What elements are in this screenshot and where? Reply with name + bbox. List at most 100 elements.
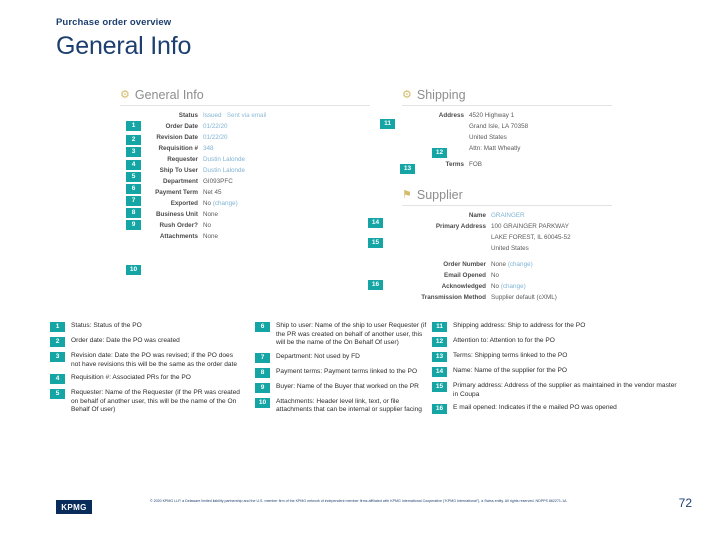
field-value: None <box>203 211 219 218</box>
legend-item: 14 Name: Name of the supplier for the PO <box>432 367 680 377</box>
callout-badge-1: 1 <box>126 121 141 131</box>
field-value: 01/22/20 <box>203 134 228 141</box>
field-revision-date: Revision Date 01/22/20 <box>120 133 370 143</box>
legend-text: Shipping address: Ship to address for th… <box>453 322 586 329</box>
field-label: Email Opened <box>444 271 486 279</box>
field-label: Acknowledged <box>441 282 486 290</box>
panel-supplier-title: Supplier <box>416 188 463 202</box>
panel-shipping-header: ⚙ Shipping <box>402 88 612 106</box>
callout-badge-14: 14 <box>368 218 383 228</box>
legend-text: Primary address: Address of the supplier… <box>453 382 677 398</box>
field-shipping-address: Address 4520 Highway 1 <box>402 111 612 121</box>
legend-number: 12 <box>432 337 447 347</box>
field-value: LAKE FOREST, IL 60045-52 <box>491 234 571 241</box>
legend-text: Terms: Shipping terms linked to the PO <box>453 352 568 359</box>
field-value: 4520 Highway 1 <box>469 112 515 119</box>
field-payment-term: Payment Term Net 45 <box>120 188 370 198</box>
field-label: Order Number <box>443 260 486 268</box>
legend-text: Payment terms: Payment terms linked to t… <box>276 367 418 375</box>
panel-shipping: ⚙ Shipping Address 4520 Highway 1 Grand … <box>402 88 612 171</box>
screenshot-region: ⚙ General Info Status Issued Sent via em… <box>112 88 612 318</box>
field-value[interactable]: Dustin Lalonde <box>203 166 245 176</box>
legend-text: Department: Not used by FD <box>276 352 360 360</box>
legend-item: 6 Ship to user: Name of the ship to user… <box>255 322 430 348</box>
legend-text: Requisition #: Associated PRs for the PO <box>71 374 191 382</box>
callout-badge-3: 3 <box>126 147 141 157</box>
field-value: No <box>203 222 212 229</box>
field-value[interactable]: GRAINGER <box>491 211 525 221</box>
legend-text: Name: Name of the supplier for the PO <box>453 367 567 374</box>
general-info-rows: Status Issued Sent via email Order Date … <box>120 111 370 242</box>
panel-general-info-title: General Info <box>134 88 204 102</box>
panel-general-info-header: ⚙ General Info <box>120 88 370 106</box>
field-value[interactable]: 348 <box>203 144 214 154</box>
field-value: No <box>491 271 500 279</box>
legend-number: 5 <box>50 389 65 400</box>
field-label: Primary Address <box>435 223 486 230</box>
legend-number: 3 <box>50 352 65 362</box>
gear-icon: ⚙ <box>120 88 130 101</box>
legend-item: 15 Primary address: Address of the suppl… <box>432 382 680 399</box>
field-supplier-transmission-method: Transmission Method Supplier default (cX… <box>402 293 612 303</box>
field-value[interactable]: Dustin Lalonde <box>203 155 245 165</box>
legend-text: E mail opened: Indicates if the e mailed… <box>453 404 617 412</box>
legend-text: Attention to: Attention to for the PO <box>453 337 555 344</box>
page-title: General Info <box>56 32 192 60</box>
legend-number: 10 <box>255 397 270 408</box>
callout-badge-11: 11 <box>380 119 395 129</box>
callout-badge-6: 6 <box>126 184 141 194</box>
callout-badge-5: 5 <box>126 172 141 182</box>
field-label: Status <box>178 112 198 119</box>
legend-number: 16 <box>432 404 447 415</box>
field-label: Address <box>438 112 464 119</box>
field-supplier-address-line2: LAKE FOREST, IL 60045-52 <box>402 233 612 243</box>
legend-item: 13 Terms: Shipping terms linked to the P… <box>432 352 680 362</box>
legend-item: 8 Payment terms: Payment terms linked to… <box>255 367 430 378</box>
gear-icon: ⚙ <box>402 88 412 101</box>
legend-item: 7 Department: Not used by FD <box>255 352 430 363</box>
legend-text: Status: Status of the PO <box>71 322 142 329</box>
legend-text: Requester: Name of the Requester (if the… <box>71 389 240 414</box>
field-department: Department GI093PFC <box>120 177 370 187</box>
legend-item: 16 E mail opened: Indicates if the e mai… <box>432 404 680 415</box>
field-supplier-order-number: Order Number None (change) <box>402 260 612 270</box>
legend-number: 7 <box>255 352 270 363</box>
panel-supplier: ⚑ Supplier Name GRAINGER Primary Address… <box>402 188 612 304</box>
slide-eyebrow: Purchase order overview <box>56 17 172 28</box>
field-label: Attachments <box>159 233 198 240</box>
field-business-unit: Business Unit None <box>120 210 370 220</box>
field-value: Attn: Matt Wheatly <box>469 145 521 152</box>
kpmg-logo-text: KPMG <box>61 502 87 512</box>
callout-badge-4: 4 <box>126 160 141 170</box>
field-label: Transmission Method <box>421 293 486 301</box>
field-value: FOB <box>469 160 482 168</box>
field-value: Grand Isle, LA 70358 <box>469 123 529 130</box>
legend-item: 1 Status: Status of the PO <box>50 322 240 332</box>
field-value: Net 45 <box>203 189 222 196</box>
legend-number: 6 <box>255 322 270 332</box>
slide: Purchase order overview General Info ⚙ G… <box>0 0 720 540</box>
field-requisition-number: Requisition # 348 <box>120 144 370 154</box>
callout-badge-7: 7 <box>126 196 141 206</box>
legend-item: 11 Shipping address: Ship to address for… <box>432 322 680 332</box>
field-value: None <box>203 233 219 240</box>
legend-text: Buyer: Name of the Buyer that worked on … <box>276 382 419 390</box>
field-supplier-email-opened: Email Opened No <box>402 271 612 281</box>
legend-item: 5 Requester: Name of the Requester (if t… <box>50 389 240 415</box>
field-shipping-terms: Terms FOB <box>402 160 612 170</box>
field-value: No (change) <box>491 282 526 290</box>
legend-number: 9 <box>255 382 270 393</box>
legend: 1 Status: Status of the PO 2 Order date:… <box>50 322 680 472</box>
callout-badge-16: 16 <box>368 280 383 290</box>
legend-text: Ship to user: Name of the ship to user R… <box>276 322 427 347</box>
field-attachments: Attachments None <box>120 232 370 242</box>
legend-column-1: 1 Status: Status of the PO 2 Order date:… <box>50 322 240 420</box>
callout-badge-8: 8 <box>126 208 141 218</box>
field-shipping-country: United States <box>402 133 612 143</box>
legend-column-2: 6 Ship to user: Name of the ship to user… <box>255 322 430 420</box>
page-number: 72 <box>678 496 692 510</box>
field-value: No (change) <box>203 200 238 207</box>
field-label: Name <box>468 212 486 219</box>
legend-number: 4 <box>50 374 65 385</box>
field-value: United States <box>491 245 529 252</box>
